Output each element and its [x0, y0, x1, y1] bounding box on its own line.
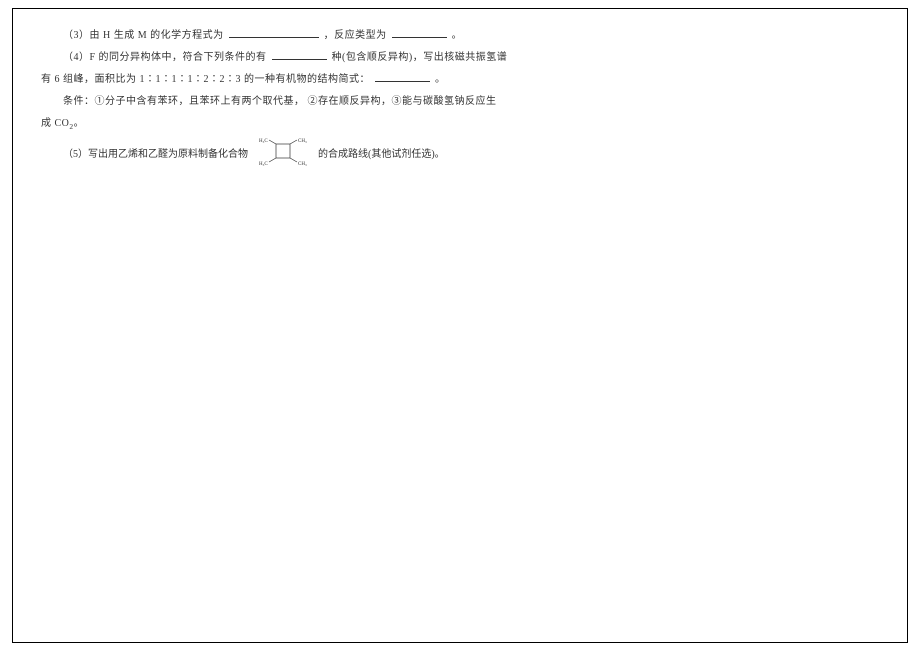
blank-structure — [375, 73, 430, 82]
question-4-line1: （4）F 的同分异构体中，符合下列条件的有 种(包含顺反异构)，写出核磁共振氢谱 — [41, 47, 879, 69]
question-4-line2: 有 6 组峰，面积比为 1∶1∶1∶1∶2∶2∶3 的一种有机物的结构简式： 。 — [41, 69, 879, 91]
q3-mid: ，反应类型为 — [324, 30, 387, 41]
q4-l2-suffix: 。 — [435, 74, 446, 85]
blank-reaction-type — [392, 29, 447, 38]
blank-equation — [229, 29, 319, 38]
q4-cond-text: 条件：①分子中含有苯环，且苯环上有两个取代基， ②存在顺反异构，③能与碳酸氢钠反… — [63, 96, 497, 107]
compound-label-tl: H₃C — [259, 139, 268, 144]
question-5-line: （5）写出用乙烯和乙醛为原料制备化合物 H₃C CH₃ H₃C CH₃ 的合成路… — [41, 136, 879, 175]
question-4-conditions-2: 成 CO2。 — [41, 113, 879, 136]
blank-isomer-count — [272, 51, 327, 60]
compound-label-tr: CH₃ — [298, 139, 307, 144]
q3-suffix: 。 — [452, 30, 463, 41]
q4-cond2-suffix: 。 — [74, 118, 85, 129]
compound-label-br: CH₃ — [298, 162, 307, 166]
compound-label-bl: H₃C — [259, 162, 268, 166]
document-page: （3）由 H 生成 M 的化学方程式为 ，反应类型为 。 （4）F 的同分异构体… — [12, 8, 908, 643]
q3-prefix: （3）由 H 生成 M 的化学方程式为 — [63, 30, 224, 41]
q5-prefix: （5）写出用乙烯和乙醛为原料制备化合物 — [63, 144, 248, 166]
q4-l1-prefix: （4）F 的同分异构体中，符合下列条件的有 — [63, 52, 267, 63]
question-4-conditions: 条件：①分子中含有苯环，且苯环上有两个取代基， ②存在顺反异构，③能与碳酸氢钠反… — [41, 91, 879, 113]
q4-l1-suffix: 种(包含顺反异构)，写出核磁共振氢谱 — [332, 52, 508, 63]
question-3-line: （3）由 H 生成 M 的化学方程式为 ，反应类型为 。 — [41, 25, 879, 47]
compound-structure-icon: H₃C CH₃ H₃C CH₃ — [252, 136, 314, 175]
q4-l2-text: 有 6 组峰，面积比为 1∶1∶1∶1∶2∶2∶3 的一种有机物的结构简式： — [41, 74, 370, 85]
q5-suffix: 的合成路线(其他试剂任选)。 — [318, 144, 445, 166]
q4-cond2-prefix: 成 CO — [41, 118, 69, 129]
